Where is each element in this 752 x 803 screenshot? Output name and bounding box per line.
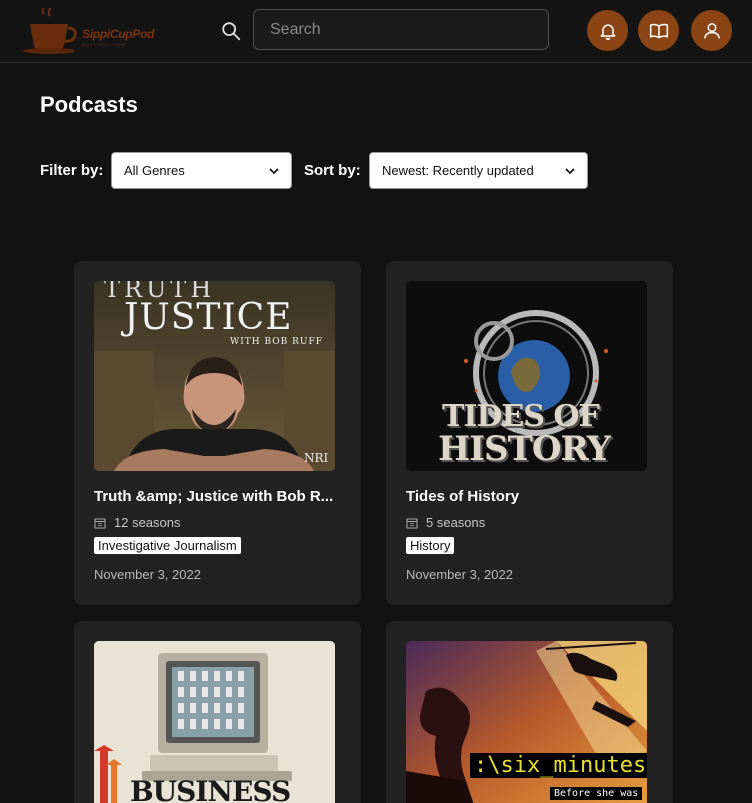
updated-date: November 3, 2022 bbox=[94, 567, 201, 582]
sort-select[interactable]: Newest: Recently updated bbox=[369, 152, 588, 189]
seasons-count: 12 seasons bbox=[114, 515, 181, 530]
genre-tag[interactable]: Investigative Journalism bbox=[94, 537, 241, 554]
cover-text-title: :\six_minutes bbox=[470, 753, 647, 778]
seasons-info: 5 seasons bbox=[406, 515, 485, 530]
chevron-down-icon bbox=[269, 167, 279, 174]
cover-text-logo: NRI bbox=[304, 451, 329, 465]
cover-text-host: WITH BOB RUFF bbox=[230, 337, 324, 347]
podcast-title[interactable]: Tides of History bbox=[406, 488, 651, 505]
logo-text: SippiCupPod bbox=[82, 27, 155, 41]
page-title: Podcasts bbox=[40, 92, 138, 117]
sort-value: Newest: Recently updated bbox=[382, 163, 534, 178]
cover-text-business: BUSINESS bbox=[130, 775, 291, 803]
logo-tagline: Sip • Listen • Relax bbox=[82, 42, 126, 47]
cover-text-justice: JUSTICE bbox=[124, 297, 293, 338]
podcast-card[interactable]: BUSINESS bbox=[74, 621, 361, 803]
profile-button[interactable] bbox=[691, 10, 732, 51]
podcast-cover-image: :\six_minutes Before she was bbox=[406, 641, 647, 803]
filter-label: Filter by: bbox=[40, 162, 104, 179]
user-icon bbox=[703, 22, 720, 39]
podcast-title[interactable]: Truth &amp; Justice with Bob R... bbox=[94, 488, 339, 505]
calendar-icon bbox=[406, 518, 418, 528]
calendar-icon bbox=[94, 518, 106, 528]
search-icon[interactable] bbox=[220, 20, 242, 42]
genre-filter-select[interactable]: All Genres bbox=[111, 152, 292, 189]
updated-date: November 3, 2022 bbox=[406, 567, 513, 582]
genre-filter-value: All Genres bbox=[124, 163, 185, 178]
podcast-card[interactable]: :\six_minutes Before she was bbox=[386, 621, 673, 803]
podcast-card[interactable]: TIDES OF HISTORY Tides of History 5 seas… bbox=[386, 261, 673, 605]
cover-art bbox=[406, 641, 647, 803]
genre-tag[interactable]: History bbox=[406, 537, 455, 554]
library-button[interactable] bbox=[638, 10, 679, 51]
podcast-cover-image: TRUTH JUSTICE WITH BOB RUFF NRI bbox=[94, 281, 335, 471]
notifications-button[interactable] bbox=[587, 10, 628, 51]
sort-label: Sort by: bbox=[304, 162, 361, 179]
podcast-card[interactable]: TRUTH JUSTICE WITH BOB RUFF NRI Truth &a… bbox=[74, 261, 361, 605]
book-icon bbox=[649, 23, 668, 38]
top-header: SippiCupPod Sip • Listen • Relax bbox=[0, 0, 752, 63]
cover-text-subtitle: Before she was bbox=[550, 787, 643, 800]
seasons-count: 5 seasons bbox=[426, 515, 486, 530]
chevron-down-icon bbox=[565, 167, 575, 174]
logo[interactable]: SippiCupPod Sip • Listen • Relax bbox=[22, 8, 182, 54]
bell-icon bbox=[600, 23, 615, 40]
podcast-cover-image: BUSINESS bbox=[94, 641, 335, 803]
coffee-cup-logo-icon bbox=[23, 8, 77, 54]
search-input[interactable] bbox=[253, 9, 549, 50]
podcast-cover-image: TIDES OF HISTORY bbox=[406, 281, 647, 471]
seasons-info: 12 seasons bbox=[94, 515, 181, 530]
cover-text-history: HISTORY bbox=[438, 429, 611, 469]
